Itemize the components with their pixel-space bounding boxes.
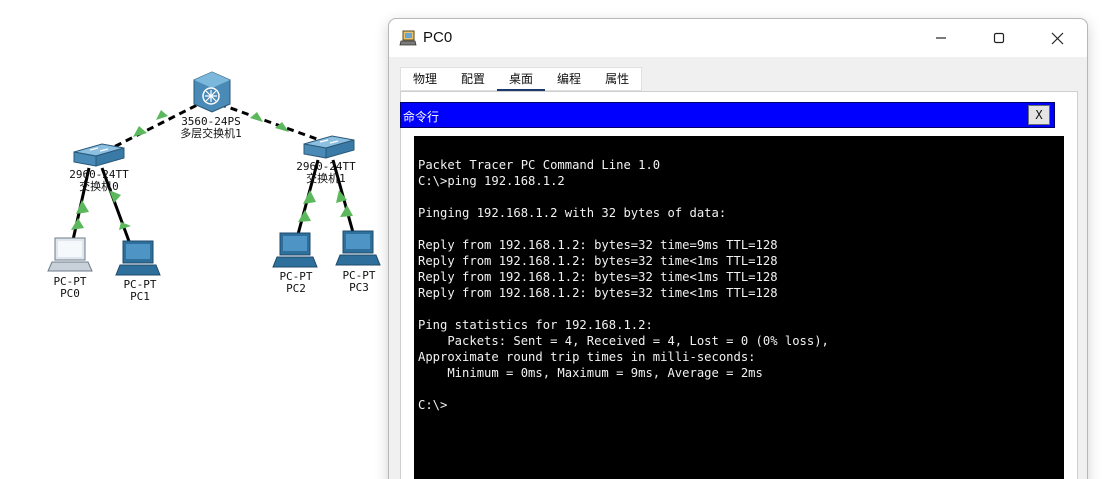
terminal-line: Reply from 192.168.1.2: bytes=32 time<1m…	[418, 286, 778, 300]
packet-tracer-pc-icon	[399, 30, 417, 46]
link-up-arrow	[298, 210, 311, 222]
command-prompt-terminal[interactable]: Packet Tracer PC Command Line 1.0 C:\>pin…	[414, 136, 1064, 479]
terminal-line: C:\>	[418, 398, 448, 412]
multilayer-switch-icon	[193, 71, 231, 113]
close-icon	[1051, 32, 1063, 44]
pc1-icon	[115, 240, 161, 276]
command-prompt-header: 命令行 X	[400, 102, 1055, 128]
terminal-line: Reply from 192.168.1.2: bytes=32 time<1m…	[418, 254, 778, 268]
pc3-icon	[335, 230, 381, 266]
tab-bar: 物理 配置 桌面 编程 属性	[400, 67, 643, 92]
tab-attributes[interactable]: 属性	[593, 68, 641, 90]
device-name: 多层交换机1	[180, 127, 242, 140]
close-button[interactable]	[1029, 19, 1085, 57]
maximize-icon	[993, 32, 1005, 44]
minimize-icon	[936, 37, 946, 39]
topology-canvas[interactable]: 3560-24PS 多层交换机1 2960-24TT 交换机0 2960-24T…	[0, 0, 388, 479]
link-up-arrow	[303, 190, 316, 204]
pc0-label: PC-PT PC0	[53, 276, 86, 300]
device-name: 交换机0	[79, 180, 119, 193]
window-titlebar[interactable]: PC0	[389, 19, 1087, 57]
link-up-arrow	[76, 200, 89, 214]
link-up-arrow	[156, 110, 168, 120]
terminal-line: Pinging 192.168.1.2 with 32 bytes of dat…	[418, 206, 727, 220]
tab-physical[interactable]: 物理	[401, 68, 449, 90]
maximize-button[interactable]	[971, 19, 1027, 57]
terminal-line: Reply from 192.168.1.2: bytes=32 time=9m…	[418, 238, 778, 252]
pc2-icon	[272, 232, 318, 268]
pc1-label: PC-PT PC1	[123, 279, 156, 303]
command-prompt-title: 命令行	[403, 110, 440, 124]
device-name: PC2	[286, 282, 306, 295]
pc0-window: PC0 物理 配置 桌面 编程 属性 命令行 X Packet Tracer P…	[388, 18, 1088, 479]
multilayer-switch-label: 3560-24PS 多层交换机1	[180, 116, 242, 140]
switch-1-icon	[303, 135, 355, 159]
terminal-line: C:\>ping 192.168.1.2	[418, 174, 565, 188]
link-up-arrow	[250, 112, 263, 122]
pc3-label: PC-PT PC3	[342, 270, 375, 294]
device-name: PC0	[60, 287, 80, 300]
terminal-line: Packets: Sent = 4, Received = 4, Lost = …	[418, 334, 829, 348]
device-name: PC3	[349, 281, 369, 294]
switch-0-label: 2960-24TT 交换机0	[69, 169, 129, 193]
tab-config[interactable]: 配置	[449, 68, 497, 90]
terminal-line: Reply from 192.168.1.2: bytes=32 time<1m…	[418, 270, 778, 284]
device-name: 交换机1	[306, 172, 346, 185]
pc0-icon	[47, 237, 93, 272]
topology-links	[47, 71, 381, 276]
link-up-arrow	[340, 205, 353, 217]
terminal-line: Approximate round trip times in milli-se…	[418, 350, 756, 364]
terminal-line: Packet Tracer PC Command Line 1.0	[418, 158, 661, 172]
window-title: PC0	[423, 29, 453, 46]
switch-0-icon	[73, 143, 125, 167]
terminal-line: Minimum = 0ms, Maximum = 9ms, Average = …	[418, 366, 763, 380]
command-prompt-close-button[interactable]: X	[1028, 105, 1050, 125]
switch-1-label: 2960-24TT 交换机1	[296, 161, 356, 185]
link-up-arrow	[71, 218, 84, 230]
pc2-label: PC-PT PC2	[279, 271, 312, 295]
tab-desktop[interactable]: 桌面	[497, 68, 546, 92]
device-name: PC1	[130, 290, 150, 303]
minimize-button[interactable]	[913, 19, 969, 57]
terminal-line: Ping statistics for 192.168.1.2:	[418, 318, 653, 332]
tab-programming[interactable]: 编程	[545, 68, 593, 90]
